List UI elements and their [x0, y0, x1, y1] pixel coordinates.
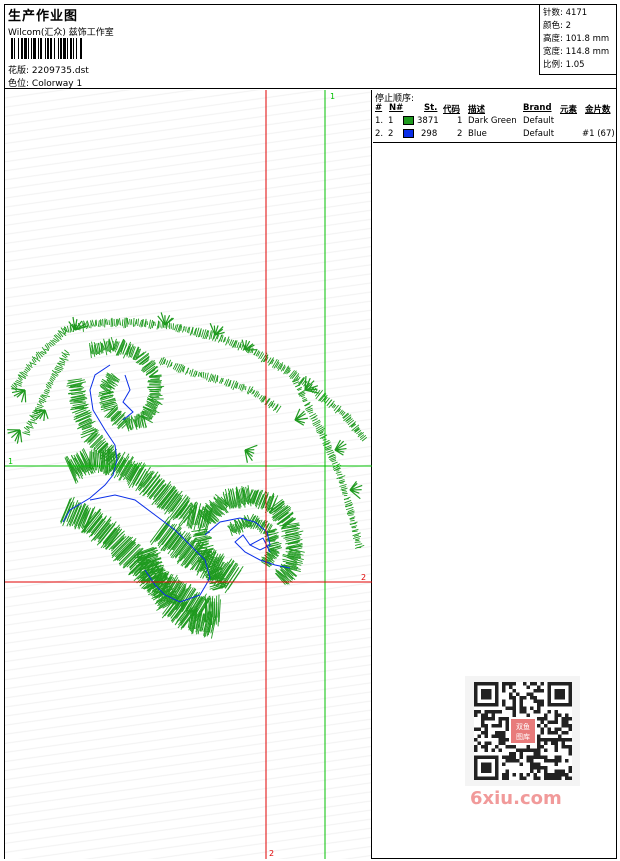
stat-label: 宽度:: [543, 47, 563, 57]
stat-scale: 比例: 1.05: [543, 58, 585, 70]
colorway-value: Colorway 1: [31, 79, 83, 89]
sheet-title: 生产作业图: [8, 9, 79, 24]
qr-code-box: 双鱼 图库: [465, 676, 580, 786]
row2-brand: Default: [523, 129, 555, 139]
stat-value: 101.8 mm: [565, 34, 610, 44]
green-top-marker: 1: [330, 92, 335, 101]
design-name-row: 花版: 2209735.dst: [8, 63, 89, 76]
stat-value: 1.05: [565, 60, 585, 70]
stat-value: 2: [565, 21, 571, 31]
stop-table-divider: [373, 142, 616, 143]
red-bottom-marker: 2: [269, 849, 274, 858]
col-description-header: 描述: [468, 105, 486, 115]
row1-needle: 1: [388, 116, 394, 126]
stat-height: 高度: 101.8 mm: [543, 32, 609, 44]
row2-description: Blue: [468, 129, 487, 139]
red-right-marker: 2: [361, 573, 366, 582]
row2-index: 2.: [375, 129, 384, 139]
row1-index: 1.: [375, 116, 384, 126]
col-stitches-header: St.: [424, 103, 438, 113]
stat-value: 4171: [565, 8, 588, 18]
row1-brand: Default: [523, 116, 555, 126]
row2-element: #1 (67): [582, 129, 615, 139]
col-code-header: 代码: [443, 105, 461, 115]
stat-label: 比例:: [543, 60, 563, 70]
row2-needle: 2: [388, 129, 394, 139]
row2-code: 2: [457, 129, 463, 139]
row2-stitches: 298: [421, 129, 438, 139]
design-stats-box: 针数: 4171 颜色: 2 高度: 101.8 mm 宽度: 114.8 mm…: [539, 5, 616, 75]
stat-stitches: 针数: 4171: [543, 6, 587, 18]
green-left-marker: 1: [8, 457, 13, 466]
colorway-label: 色位:: [8, 79, 30, 89]
row1-stitches: 3871: [417, 116, 439, 126]
stat-colors: 颜色: 2: [543, 19, 571, 31]
embroidery-stitches: [7, 312, 368, 639]
row1-code: 1: [457, 116, 463, 126]
col-element-header: 元素: [560, 105, 578, 115]
design-value: 2209735.dst: [31, 66, 89, 76]
stat-label: 针数:: [543, 8, 563, 18]
stat-label: 高度:: [543, 34, 563, 44]
qr-code-icon: 双鱼图库: [474, 682, 572, 780]
svg-text:图库: 图库: [516, 732, 530, 741]
row1-description: Dark Green: [468, 116, 517, 126]
colorway-row: 色位: Colorway 1: [8, 76, 82, 89]
sheet-subtitle: Wilcom(汇众) 兹饰工作室: [8, 28, 114, 38]
embroidery-canvas: 1 1 2 2: [5, 90, 372, 859]
col-brand-header: Brand: [523, 103, 552, 113]
row2-color-swatch: [403, 129, 414, 138]
design-preview: 1 1 2 2: [5, 90, 372, 859]
stat-value: 114.8 mm: [565, 47, 610, 57]
svg-text:双鱼: 双鱼: [516, 722, 530, 731]
col-index-header: #: [375, 103, 383, 113]
barcode-image: [11, 38, 82, 59]
stat-label: 颜色:: [543, 21, 563, 31]
col-spangle-header: 金片数: [585, 105, 611, 115]
site-watermark: 6xiu.com: [470, 788, 562, 809]
row1-color-swatch: [403, 116, 414, 125]
stat-width: 宽度: 114.8 mm: [543, 45, 609, 57]
sheet-header: 生产作业图 Wilcom(汇众) 兹饰工作室 花版: 2209735.dst 色…: [5, 5, 616, 89]
col-needle-header: N#: [389, 103, 404, 113]
design-label: 花版:: [8, 66, 30, 76]
